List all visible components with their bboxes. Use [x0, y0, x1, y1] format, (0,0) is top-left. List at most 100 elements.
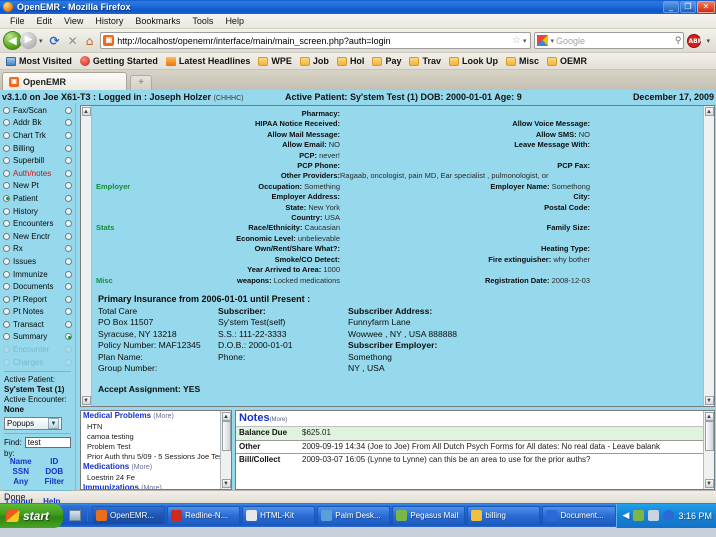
find-by-dob[interactable]: DOB	[38, 467, 72, 477]
find-by-filter[interactable]: Filter	[38, 477, 72, 487]
find-by-name[interactable]: Name	[4, 457, 38, 467]
find-by-any[interactable]: Any	[4, 477, 38, 487]
chevron-down-icon[interactable]: ▼	[48, 418, 59, 430]
radio-right[interactable]	[65, 131, 72, 139]
radio-right[interactable]	[65, 119, 72, 127]
radio-left[interactable]	[3, 295, 10, 303]
radio-right[interactable]	[65, 207, 72, 215]
close-button[interactable]: ✕	[697, 1, 715, 13]
radio-right[interactable]	[65, 106, 72, 114]
radio-left[interactable]	[3, 245, 10, 253]
url-text[interactable]: http://localhost/openemr/interface/main/…	[117, 36, 510, 46]
notes-scrollbar[interactable]: ▲ ▼	[703, 411, 714, 489]
radio-left[interactable]	[3, 207, 10, 215]
stop-icon[interactable]: ✕	[68, 34, 78, 48]
radio-right[interactable]	[65, 157, 72, 165]
scroll-thumb[interactable]	[221, 421, 231, 451]
start-button[interactable]: start	[0, 503, 64, 528]
list-item[interactable]: camoa testing	[81, 432, 220, 442]
scroll-down-icon[interactable]: ▼	[81, 396, 91, 405]
radio-left[interactable]	[3, 220, 10, 228]
medical-problems-heading[interactable]: Medical Problems (More)	[81, 411, 220, 422]
radio-left[interactable]	[3, 283, 10, 291]
taskbar-item-redline[interactable]: Redline-N...	[167, 506, 241, 525]
radio-left[interactable]	[3, 169, 10, 177]
menu-edit[interactable]: Edit	[31, 16, 59, 26]
sidebar-item-history[interactable]: History	[0, 205, 75, 218]
chevron-down-icon[interactable]: ▾	[39, 37, 43, 45]
bookmark-misc[interactable]: Misc	[503, 56, 542, 66]
radio-left[interactable]	[3, 157, 10, 165]
restore-button[interactable]: ❐	[680, 1, 696, 13]
radio-right[interactable]	[65, 144, 72, 152]
sidebar-item-patient[interactable]: Patient	[0, 192, 75, 205]
radio-right[interactable]	[65, 232, 72, 240]
demographics-scrollbar-right[interactable]: ▲ ▼	[703, 106, 714, 406]
bookmark-wpe[interactable]: WPE	[255, 56, 295, 66]
home-icon[interactable]: ⌂	[86, 34, 94, 48]
menu-file[interactable]: File	[4, 16, 31, 26]
radio-right[interactable]	[65, 283, 72, 291]
menu-help[interactable]: Help	[219, 16, 250, 26]
bookmark-latest-headlines[interactable]: Latest Headlines	[163, 56, 254, 66]
radio-left[interactable]	[3, 257, 10, 265]
find-input[interactable]: test	[24, 437, 71, 449]
taskbar-item-palm-desktop[interactable]: Palm Desk...	[317, 506, 391, 525]
radio-left-selected[interactable]	[3, 194, 10, 202]
more-link[interactable]: (More)	[131, 464, 152, 471]
sidebar-item-pt-report[interactable]: Pt Report	[0, 293, 75, 306]
sidebar-item-transact[interactable]: Transact	[0, 318, 75, 331]
bookmark-star-icon[interactable]: ☆	[510, 35, 523, 46]
bookmark-most-visited[interactable]: Most Visited	[3, 56, 75, 66]
volume-icon[interactable]	[633, 510, 645, 521]
sidebar-item-billing[interactable]: Billing	[0, 142, 75, 155]
search-bar[interactable]: ▾ Google ⚲	[534, 32, 685, 49]
minimize-button[interactable]: _	[663, 1, 679, 13]
reload-icon[interactable]: ⟳	[50, 34, 60, 48]
table-row[interactable]: Bill/Collect 2009-03-07 16:05 (Lynne to …	[236, 453, 703, 467]
more-link[interactable]: (More)	[153, 413, 174, 420]
sidebar-item-issues[interactable]: Issues	[0, 255, 75, 268]
radio-left[interactable]	[3, 119, 10, 127]
search-icon[interactable]: ⚲	[675, 35, 682, 46]
sidebar-item-addr-bk[interactable]: Addr Bk	[0, 117, 75, 130]
show-desktop-icon[interactable]	[69, 510, 82, 521]
find-by-ssn[interactable]: SSN	[4, 467, 38, 477]
sidebar-item-superbill[interactable]: Superbill	[0, 154, 75, 167]
bookmark-job[interactable]: Job	[297, 56, 332, 66]
sidebar-item-immunize[interactable]: Immunize	[0, 268, 75, 281]
sidebar-item-summary[interactable]: Summary	[0, 331, 75, 344]
find-by-id[interactable]: ID	[38, 457, 72, 467]
toolbar-overflow-icon[interactable]: ▾	[706, 37, 710, 45]
table-row[interactable]: Other 2009-09-19 14:34 (Joe to Joe) From…	[236, 439, 703, 454]
demographics-scrollbar-left[interactable]: ▲ ▼	[81, 106, 92, 406]
list-item[interactable]: HTN	[81, 422, 220, 432]
taskbar-item-pegasus-mail[interactable]: Pegasus Mail	[392, 506, 466, 525]
popups-select[interactable]: Popups ▼	[4, 417, 62, 431]
medical-summary-scrollbar[interactable]: ▲ ▼	[220, 411, 231, 489]
taskbar-item-document[interactable]: Document...	[542, 506, 616, 525]
network-icon[interactable]	[648, 510, 660, 521]
sidebar-item-chart-trk[interactable]: Chart Trk	[0, 129, 75, 142]
bookmark-look-up[interactable]: Look Up	[446, 56, 501, 66]
clock[interactable]: 3:16 PM	[678, 511, 712, 521]
url-bar[interactable]: ▣ http://localhost/openemr/interface/mai…	[100, 32, 532, 49]
menu-tools[interactable]: Tools	[186, 16, 219, 26]
sidebar-item-new-enctr[interactable]: New Enctr	[0, 230, 75, 243]
radio-right[interactable]	[65, 182, 72, 190]
radio-right[interactable]	[65, 245, 72, 253]
radio-left[interactable]	[3, 131, 10, 139]
menu-history[interactable]: History	[89, 16, 129, 26]
more-link[interactable]: (More)	[141, 485, 162, 489]
radio-left[interactable]	[3, 106, 10, 114]
radio-left[interactable]	[3, 232, 10, 240]
list-item[interactable]: Prior Auth thru 5/09 - 5 Sessions Joe Te…	[81, 452, 220, 462]
list-item[interactable]: Loestrin 24 Fe	[81, 473, 220, 483]
radio-left[interactable]	[3, 320, 10, 328]
radio-right[interactable]	[65, 320, 72, 328]
taskbar-item-billing[interactable]: billing	[467, 506, 541, 525]
bookmark-getting-started[interactable]: Getting Started	[77, 56, 161, 66]
taskbar-item-openemr[interactable]: OpenEMR...	[92, 506, 166, 525]
menu-view[interactable]: View	[58, 16, 89, 26]
radio-left[interactable]	[3, 333, 10, 341]
